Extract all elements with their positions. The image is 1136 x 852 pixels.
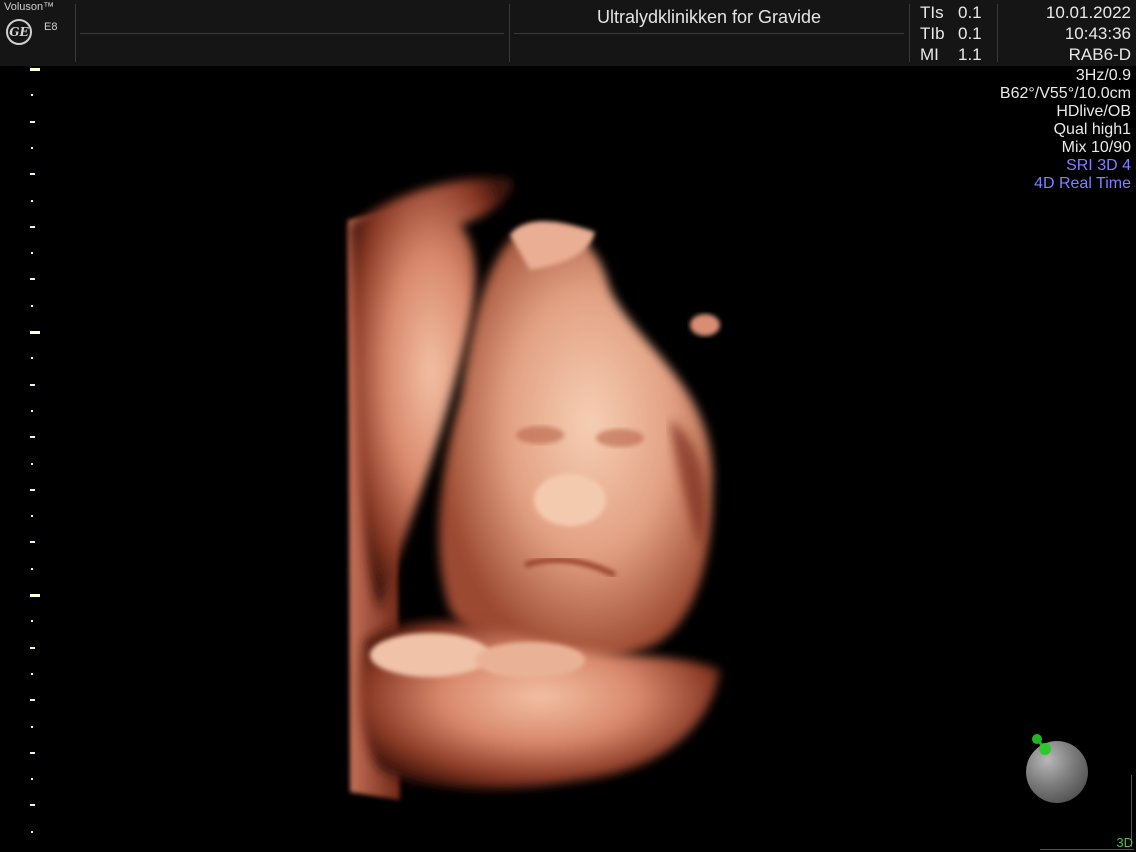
depth-tick bbox=[30, 436, 35, 439]
model-label: E8 bbox=[44, 21, 58, 33]
param-angles-depth: B62°/V55°/10.0cm bbox=[999, 85, 1131, 102]
top-header-bar: Voluson™ GE E8 Ultralydklinikken for Gra… bbox=[0, 0, 1136, 66]
depth-scale bbox=[28, 66, 42, 852]
depth-tick bbox=[30, 68, 40, 71]
depth-tick bbox=[30, 804, 35, 807]
param-mix: Mix 10/90 bbox=[1061, 139, 1131, 156]
exam-time: 10:43:36 bbox=[1064, 24, 1131, 43]
brand-name: Voluson™ bbox=[4, 1, 55, 13]
param-row-tib: TIb 0.1 bbox=[920, 24, 982, 43]
param-quality: Qual high1 bbox=[1053, 121, 1131, 138]
depth-tick bbox=[31, 672, 33, 675]
logo-area: Voluson™ GE E8 bbox=[0, 0, 75, 66]
depth-tick bbox=[31, 778, 33, 781]
param-row-tis: TIs 0.1 bbox=[920, 3, 982, 22]
depth-tick bbox=[31, 725, 33, 728]
depth-tick bbox=[31, 304, 33, 307]
date-time-block: 10.01.2022 10:43:36 RAB6-D bbox=[1046, 2, 1131, 65]
depth-tick bbox=[30, 120, 35, 123]
depth-tick bbox=[30, 541, 35, 544]
depth-tick bbox=[31, 515, 33, 518]
depth-tick bbox=[30, 173, 35, 176]
depth-tick bbox=[31, 620, 33, 623]
orientation-handle-icon[interactable] bbox=[1031, 733, 1057, 759]
fetal-fingers bbox=[370, 633, 490, 677]
depth-tick bbox=[30, 331, 40, 334]
depth-tick bbox=[31, 252, 33, 255]
divider bbox=[909, 4, 910, 62]
probe-name: RAB6-D bbox=[1068, 45, 1131, 64]
fetal-eye bbox=[596, 429, 644, 447]
fetal-nose bbox=[534, 474, 606, 526]
depth-tick bbox=[31, 146, 33, 149]
divider bbox=[75, 4, 76, 62]
divider bbox=[514, 33, 904, 34]
depth-tick bbox=[31, 462, 33, 465]
param-render-mode: HDlive/OB bbox=[1056, 103, 1131, 120]
depth-tick bbox=[30, 225, 35, 228]
depth-tick bbox=[30, 594, 40, 597]
depth-tick bbox=[31, 567, 33, 570]
divider bbox=[509, 4, 510, 62]
divider bbox=[997, 4, 998, 62]
depth-tick bbox=[30, 646, 35, 649]
acoustic-params: TIs 0.1 TIb 0.1 MI 1.1 bbox=[920, 2, 982, 65]
ge-logo-icon: GE bbox=[6, 19, 32, 45]
render-mode-badge: 3D bbox=[1116, 835, 1133, 850]
param-row-mi: MI 1.1 bbox=[920, 45, 982, 64]
fetal-fingers bbox=[475, 642, 585, 678]
fetal-eye bbox=[516, 426, 564, 444]
depth-tick bbox=[31, 199, 33, 202]
depth-tick bbox=[30, 699, 35, 702]
divider bbox=[80, 33, 504, 34]
fetal-face bbox=[439, 226, 713, 662]
depth-tick bbox=[30, 488, 35, 491]
param-sri: SRI 3D 4 bbox=[1066, 157, 1131, 174]
exam-date: 10.01.2022 bbox=[1045, 3, 1131, 22]
depth-tick bbox=[31, 357, 33, 360]
depth-tick bbox=[31, 94, 33, 97]
depth-tick bbox=[30, 278, 35, 281]
fetal-3d-render bbox=[348, 177, 720, 800]
depth-tick bbox=[31, 830, 33, 833]
imaging-params: 3Hz/0.9 B62°/V55°/10.0cm HDlive/OB Qual … bbox=[1000, 67, 1131, 193]
depth-tick bbox=[30, 751, 35, 754]
depth-tick bbox=[31, 409, 33, 412]
clinic-name: Ultralydklinikken for Gravide bbox=[596, 7, 822, 27]
param-frequency: 3Hz/0.9 bbox=[1075, 67, 1131, 84]
depth-tick bbox=[30, 383, 35, 386]
fetal-detail bbox=[690, 314, 720, 336]
param-4d-mode: 4D Real Time bbox=[1034, 175, 1131, 192]
